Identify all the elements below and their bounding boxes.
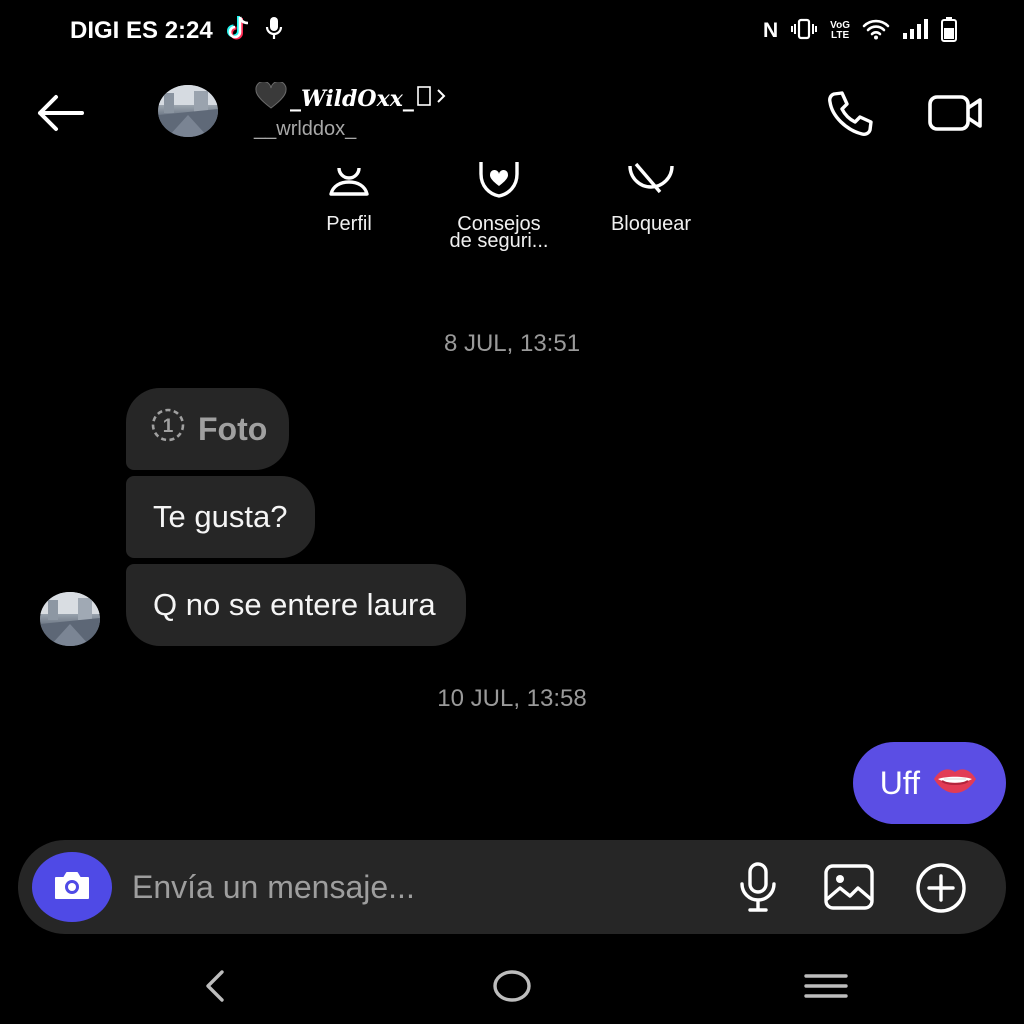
block-icon bbox=[576, 162, 726, 202]
camera-button[interactable] bbox=[32, 852, 112, 922]
message-text: Uff bbox=[879, 764, 920, 801]
plus-circle-icon[interactable] bbox=[914, 861, 968, 915]
biting-lip-emoji-icon bbox=[932, 763, 978, 803]
profile-label: Perfil bbox=[326, 213, 372, 235]
photo-message-text: Foto bbox=[198, 410, 268, 447]
avatar[interactable] bbox=[158, 85, 218, 137]
back-arrow-icon[interactable] bbox=[30, 88, 92, 138]
block-label: Bloquear bbox=[610, 213, 692, 235]
gallery-icon[interactable] bbox=[822, 862, 876, 912]
sent-message-bubble[interactable]: Uff bbox=[852, 742, 1006, 824]
message-text: Te gusta? bbox=[153, 499, 288, 534]
vibrate-icon bbox=[790, 17, 818, 46]
mic-status-icon bbox=[265, 15, 283, 48]
username: __wrlddox_ bbox=[254, 118, 357, 140]
message-text: Q no se entere laura bbox=[153, 587, 436, 622]
nav-home-icon[interactable] bbox=[490, 966, 534, 1006]
timestamp-divider: 10 JUL, 13:58 bbox=[437, 685, 587, 712]
block-button[interactable]: Bloquear bbox=[576, 162, 726, 235]
message-bubble[interactable]: Q no se entere laura bbox=[126, 564, 466, 646]
safety-tips-button[interactable]: Consejos de seguri... bbox=[424, 162, 574, 252]
shield-heart-icon bbox=[424, 162, 574, 202]
sender-avatar[interactable] bbox=[40, 592, 100, 646]
view-once-icon: 1 bbox=[150, 407, 186, 451]
volte-icon: VoG LTE bbox=[830, 20, 850, 41]
battery-icon bbox=[940, 16, 958, 47]
safety-tips-label: Consejos de seguri... bbox=[449, 213, 549, 252]
nfc-icon: N bbox=[763, 19, 779, 42]
display-name[interactable]: _WildOxx_ bbox=[254, 80, 448, 116]
camera-icon bbox=[52, 869, 92, 906]
video-camera-icon[interactable] bbox=[924, 88, 986, 138]
timestamp-divider: 8 JUL, 13:51 bbox=[443, 330, 581, 357]
status-bar-left: DIGI ES 2:24 bbox=[70, 14, 283, 48]
svg-text:1: 1 bbox=[163, 416, 174, 437]
display-name-text: _WildOxx_ bbox=[290, 86, 414, 112]
message-bubble[interactable]: Te gusta? bbox=[126, 476, 316, 558]
signal-icon bbox=[902, 18, 928, 45]
nav-recent-icon[interactable] bbox=[802, 968, 850, 1004]
phone-icon[interactable] bbox=[822, 88, 876, 138]
placeholder-glyph-icon bbox=[416, 85, 432, 113]
tiktok-icon bbox=[226, 14, 251, 49]
profile-icon bbox=[274, 162, 424, 202]
chevron-right-icon bbox=[434, 85, 448, 113]
nav-back-icon[interactable] bbox=[196, 966, 236, 1006]
microphone-icon[interactable] bbox=[734, 860, 782, 914]
photo-message-bubble[interactable]: 1 Foto bbox=[126, 388, 290, 470]
status-bar-right: N VoG LTE bbox=[763, 14, 958, 48]
carrier-time: DIGI ES 2:24 bbox=[70, 17, 213, 44]
message-composer bbox=[18, 840, 1006, 934]
heart-icon bbox=[254, 80, 288, 116]
profile-button[interactable]: Perfil bbox=[274, 162, 424, 235]
message-input[interactable] bbox=[132, 862, 692, 912]
wifi-icon bbox=[862, 18, 890, 45]
